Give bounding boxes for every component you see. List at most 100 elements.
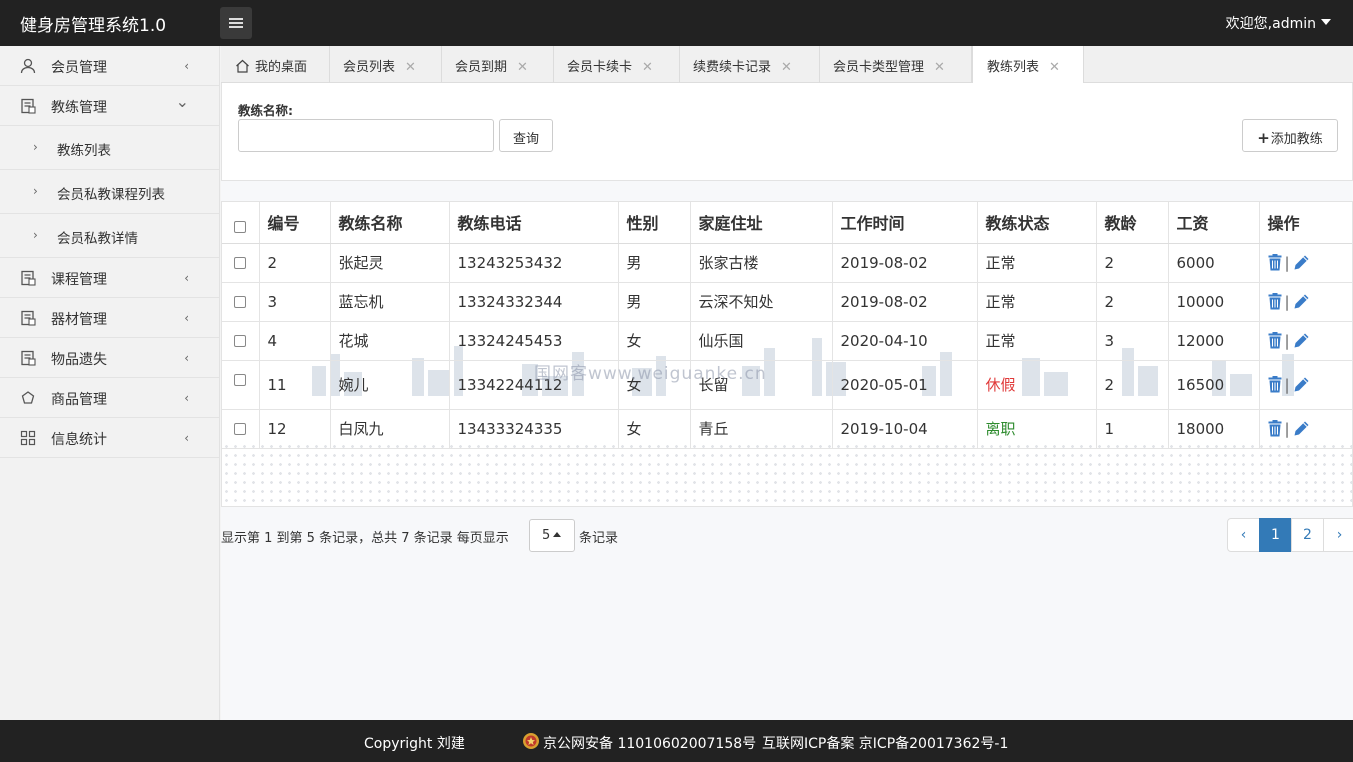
chevron-left-icon: ‹ xyxy=(184,391,189,405)
cell-id: 12 xyxy=(259,409,331,449)
trash-icon[interactable] xyxy=(1268,419,1282,437)
welcome-text: 欢迎您,admin xyxy=(1225,16,1316,32)
pencil-icon[interactable] xyxy=(1293,293,1310,310)
pencil-icon[interactable] xyxy=(1293,332,1310,349)
row-checkbox[interactable] xyxy=(234,335,247,347)
row-checkbox[interactable] xyxy=(234,296,247,308)
cell-years: 2 xyxy=(1096,282,1169,322)
tab-member-expiry[interactable]: 会员到期 ✕ xyxy=(442,46,554,83)
sidebar-subitem-coach-list[interactable]: › 教练列表 xyxy=(0,126,219,170)
refresh-icon xyxy=(21,391,35,404)
tab-card-types[interactable]: 会员卡类型管理 ✕ xyxy=(820,46,972,83)
chevron-left-icon: ‹ xyxy=(184,311,189,325)
column-header[interactable]: 教练电话 xyxy=(449,202,619,244)
trash-icon[interactable] xyxy=(1268,331,1282,349)
sidebar-item-equipment[interactable]: 器材管理 ‹ xyxy=(0,298,219,338)
sidebar-item-statistics[interactable]: 信息统计 ‹ xyxy=(0,418,219,458)
column-header: 操作 xyxy=(1259,202,1352,244)
close-icon[interactable]: ✕ xyxy=(781,60,792,75)
chevron-right-icon: › xyxy=(33,140,38,154)
tab-label: 教练列表 xyxy=(987,60,1040,75)
close-icon[interactable]: ✕ xyxy=(934,60,945,75)
menu-toggle-button[interactable] xyxy=(220,7,252,39)
coach-table-panel: 编号 教练名称 教练电话 性别 家庭住址 工作时间 教练状态 教龄 工资 操作 … xyxy=(221,201,1353,507)
column-header[interactable]: 家庭住址 xyxy=(690,202,833,244)
tab-label: 会员到期 xyxy=(455,60,508,75)
row-select-cell xyxy=(222,282,260,322)
select-all-checkbox[interactable] xyxy=(234,220,247,233)
column-header[interactable]: 工作时间 xyxy=(832,202,978,244)
sidebar-subitem-label: 会员私教详情 xyxy=(57,231,138,247)
cell-salary: 6000 xyxy=(1168,243,1260,283)
row-checkbox[interactable] xyxy=(234,257,247,269)
cell-date: 2019-08-02 xyxy=(832,282,978,322)
chevron-down-icon: ⌄ xyxy=(175,92,189,111)
coach-table: 编号 教练名称 教练电话 性别 家庭住址 工作时间 教练状态 教龄 工资 操作 … xyxy=(222,202,1352,449)
close-icon[interactable]: ✕ xyxy=(1049,60,1060,75)
cell-name: 婉儿 xyxy=(330,360,450,410)
caret-up-icon xyxy=(553,532,562,537)
column-header[interactable]: 编号 xyxy=(259,202,331,244)
tab-desktop[interactable]: 我的桌面 xyxy=(221,46,330,83)
table-header-row: 编号 教练名称 教练电话 性别 家庭住址 工作时间 教练状态 教龄 工资 操作 xyxy=(222,202,1352,244)
coach-name-input[interactable] xyxy=(238,119,494,152)
page-button[interactable]: 1 xyxy=(1259,518,1292,552)
pencil-icon[interactable] xyxy=(1293,254,1310,271)
cell-actions: | xyxy=(1259,360,1352,410)
trash-icon[interactable] xyxy=(1268,292,1282,310)
tab-card-renewal[interactable]: 会员卡续卡 ✕ xyxy=(554,46,680,83)
close-icon[interactable]: ✕ xyxy=(517,60,528,75)
chevron-left-icon: ‹ xyxy=(184,59,189,73)
tab-coach-list[interactable]: 教练列表 ✕ xyxy=(972,46,1084,84)
sidebar-item-coaches[interactable]: 教练管理 ⌄ xyxy=(0,86,219,126)
cell-gender: 男 xyxy=(618,282,691,322)
cell-date: 2020-05-01 xyxy=(832,360,978,410)
pencil-icon[interactable] xyxy=(1293,420,1310,437)
sidebar-item-label: 物品遗失 xyxy=(51,352,107,368)
column-header[interactable]: 性别 xyxy=(618,202,691,244)
pencil-icon[interactable] xyxy=(1293,376,1310,393)
sidebar-item-lost-items[interactable]: 物品遗失 ‹ xyxy=(0,338,219,378)
cell-phone: 13342244112 xyxy=(449,360,619,410)
tab-renewal-records[interactable]: 续费续卡记录 ✕ xyxy=(680,46,820,83)
trash-icon[interactable] xyxy=(1268,253,1282,271)
select-all-cell xyxy=(222,202,260,244)
sidebar-subitem-private-details[interactable]: › 会员私教详情 xyxy=(0,214,219,258)
prev-page-button[interactable]: ‹ xyxy=(1227,518,1260,552)
column-header[interactable]: 教龄 xyxy=(1096,202,1169,244)
close-icon[interactable]: ✕ xyxy=(642,60,653,75)
user-menu[interactable]: 欢迎您,admin xyxy=(1226,13,1331,33)
column-header[interactable]: 工资 xyxy=(1168,202,1260,244)
close-icon[interactable]: ✕ xyxy=(405,60,416,75)
sidebar-item-label: 器材管理 xyxy=(51,312,107,328)
row-checkbox[interactable] xyxy=(234,373,247,386)
add-coach-label: 添加教练 xyxy=(1270,132,1323,147)
cell-id: 3 xyxy=(259,282,331,322)
next-page-button[interactable]: › xyxy=(1323,518,1353,552)
sidebar-subitem-private-courses[interactable]: › 会员私教课程列表 xyxy=(0,170,219,214)
cell-years: 1 xyxy=(1096,409,1169,449)
sidebar-item-courses[interactable]: 课程管理 ‹ xyxy=(0,258,219,298)
sidebar-item-products[interactable]: 商品管理 ‹ xyxy=(0,378,219,418)
cell-actions: | xyxy=(1259,282,1352,322)
sidebar-item-members[interactable]: 会员管理 ‹ xyxy=(0,46,219,86)
sidebar-subitem-label: 教练列表 xyxy=(57,143,111,159)
main-content: 我的桌面 会员列表 ✕ 会员到期 ✕ 会员卡续卡 ✕ 续费续卡记录 ✕ 会员卡类型管理 ✕… xyxy=(221,46,1353,720)
page-button[interactable]: 2 xyxy=(1291,518,1324,552)
page-size-select[interactable]: 5 xyxy=(529,519,575,552)
row-select-cell xyxy=(222,360,260,410)
icp-record-text: 互联网ICP备案 京ICP备20017362号-1 xyxy=(762,736,1009,752)
tab-member-list[interactable]: 会员列表 ✕ xyxy=(330,46,442,83)
query-button[interactable]: 查询 xyxy=(499,119,553,152)
sidebar-item-label: 商品管理 xyxy=(51,392,107,408)
column-header[interactable]: 教练名称 xyxy=(330,202,450,244)
column-header[interactable]: 教练状态 xyxy=(977,202,1097,244)
add-coach-button[interactable]: +添加教练 xyxy=(1242,119,1338,152)
table-row: 11 婉儿 13342244112 女 长留 2020-05-01 休假 2 1… xyxy=(222,360,1352,410)
row-select-cell xyxy=(222,243,260,283)
row-checkbox[interactable] xyxy=(234,423,247,435)
cell-salary: 18000 xyxy=(1168,409,1260,449)
trash-icon[interactable] xyxy=(1268,375,1282,393)
cell-address: 张家古楼 xyxy=(690,243,833,283)
row-select-cell xyxy=(222,321,260,361)
